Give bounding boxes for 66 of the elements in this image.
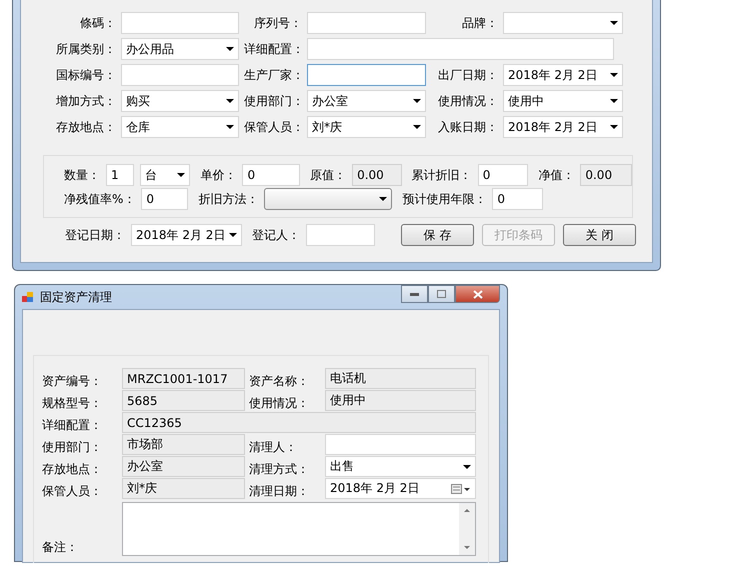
field-label: 存放地点： [55, 118, 116, 136]
field-label: 单价： [200, 166, 236, 184]
field-label: 清理方式： [249, 461, 310, 478]
field-label: 品牌： [461, 14, 498, 32]
field-label: 净值： [538, 166, 574, 184]
date-picker[interactable]: 2018年 2月 2日 [503, 64, 623, 86]
date-picker[interactable]: 2018年 2月 2日 [503, 116, 623, 138]
field-label: 使用情况： [437, 92, 498, 110]
field-label: 国标编号： [55, 66, 116, 84]
readonly-field: 电话机 [325, 368, 476, 389]
dropdown[interactable]: 刘*庆 [307, 116, 426, 138]
readonly-field: 0.00 [352, 164, 402, 186]
date-picker[interactable]: 2018年 2月 2日 [325, 478, 476, 499]
field-label: 预计使用年限： [402, 190, 486, 208]
dialog-button[interactable]: 关 闭 [563, 224, 636, 246]
field-label: 详细配置： [244, 40, 302, 58]
field-label: 生产厂家： [244, 66, 302, 84]
readonly-field: 市场部 [122, 434, 245, 455]
dialog-button[interactable]: 保 存 [401, 224, 474, 246]
field-label: 入账日期： [437, 118, 498, 136]
dropdown[interactable]: 台 [140, 164, 190, 186]
input-field[interactable]: 0 [492, 188, 544, 210]
field-label: 保管人员： [244, 118, 302, 136]
field-label: 出厂日期： [437, 66, 498, 84]
field-label: 资产编号： [42, 373, 103, 390]
field-label: 净残值率%： [64, 190, 136, 208]
field-label: 原值： [310, 166, 346, 184]
field-label: 清理人： [249, 439, 298, 456]
readonly-field: 办公室 [122, 456, 245, 477]
date-picker[interactable]: 2018年 2月 2日 [131, 224, 242, 246]
field-label: 登记人： [252, 226, 300, 244]
field-label: 所属类别： [55, 40, 116, 58]
readonly-field: 5685 [122, 390, 245, 411]
field-label: 使用部门： [244, 92, 302, 110]
field-label: 累计折旧： [412, 166, 472, 184]
readonly-field: 0.00 [580, 164, 632, 186]
field-label: 序列号： [253, 14, 302, 32]
field-label: 折旧方法： [198, 190, 258, 208]
field-label: 條碼： [79, 14, 116, 32]
readonly-field: CC12365 [122, 412, 476, 433]
field-label: 保管人员： [42, 483, 103, 500]
input-field[interactable]: 0 [141, 188, 188, 210]
dropdown[interactable]: 办公用品 [121, 38, 239, 60]
field-label: 规格型号： [42, 395, 103, 412]
field-label: 资产名称： [249, 373, 310, 390]
field-label: 数量： [64, 166, 100, 184]
input-field[interactable]: 0 [242, 164, 300, 186]
dropdown[interactable]: 办公室 [307, 90, 426, 112]
dropdown[interactable]: 仓库 [121, 116, 239, 138]
dropdown[interactable]: 购买 [121, 90, 239, 112]
field-label: 增加方式： [55, 92, 116, 110]
input-field[interactable]: 0 [478, 164, 528, 186]
field-label: 清理日期： [249, 483, 310, 500]
readonly-field: MRZC1001-1017 [122, 368, 245, 389]
field-label: 详细配置： [42, 417, 103, 434]
field-label: 使用情况： [249, 395, 310, 412]
field-label: 登记日期： [65, 226, 125, 244]
window-title: 固定资产清理 [40, 288, 112, 306]
dropdown[interactable]: 使用中 [503, 90, 623, 112]
field-label: 备注： [42, 539, 79, 556]
field-label: 存放地点： [42, 461, 103, 478]
dropdown[interactable]: 出售 [325, 456, 476, 477]
readonly-field: 使用中 [325, 390, 476, 411]
field-label: 使用部门： [42, 439, 103, 456]
input-field[interactable]: 1 [106, 164, 134, 186]
readonly-field: 刘*庆 [122, 478, 245, 499]
